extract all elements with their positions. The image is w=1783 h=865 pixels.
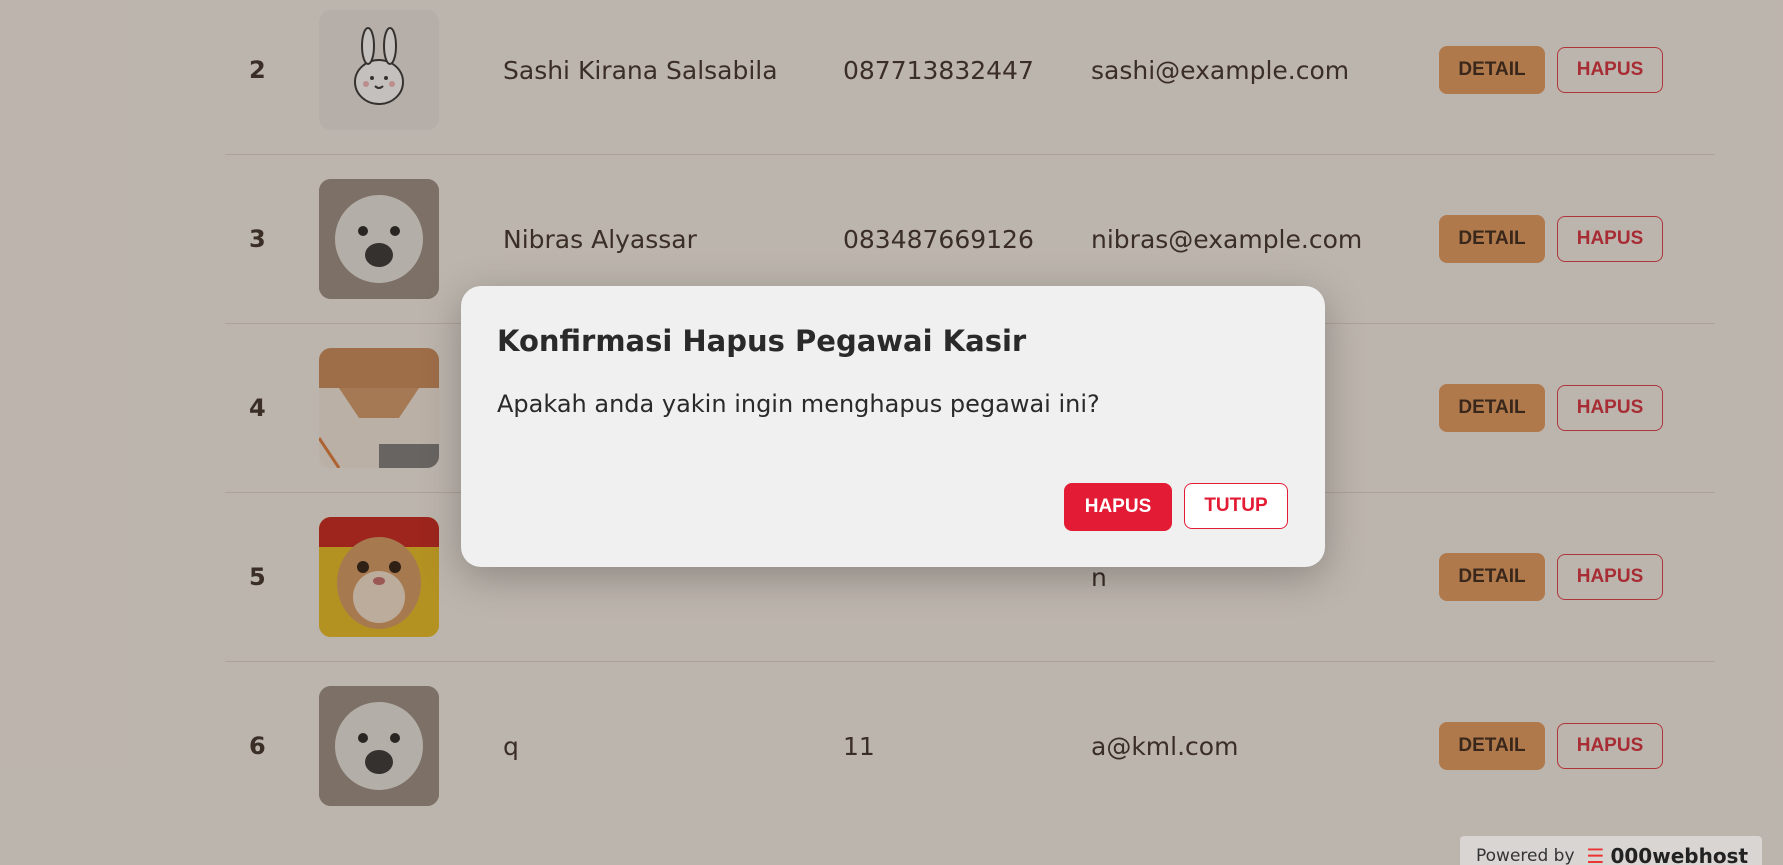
modal-message: Apakah anda yakin ingin menghapus pegawa… <box>497 390 1100 418</box>
powered-by-badge[interactable]: Powered by ☰ 000webhost <box>1460 836 1762 865</box>
delete-confirm-modal: Konfirmasi Hapus Pegawai Kasir Apakah an… <box>461 286 1325 567</box>
confirm-delete-button[interactable]: HAPUS <box>1064 483 1172 531</box>
webhost-brand: 000webhost <box>1610 844 1749 865</box>
page: 2 Sashi Kirana Salsabila 087713832447 sa… <box>0 0 1783 865</box>
webhost-logo-icon: ☰ <box>1586 844 1605 865</box>
modal-title: Konfirmasi Hapus Pegawai Kasir <box>497 324 1027 358</box>
powered-text: Powered by <box>1476 846 1575 865</box>
close-modal-button[interactable]: TUTUP <box>1184 483 1288 529</box>
